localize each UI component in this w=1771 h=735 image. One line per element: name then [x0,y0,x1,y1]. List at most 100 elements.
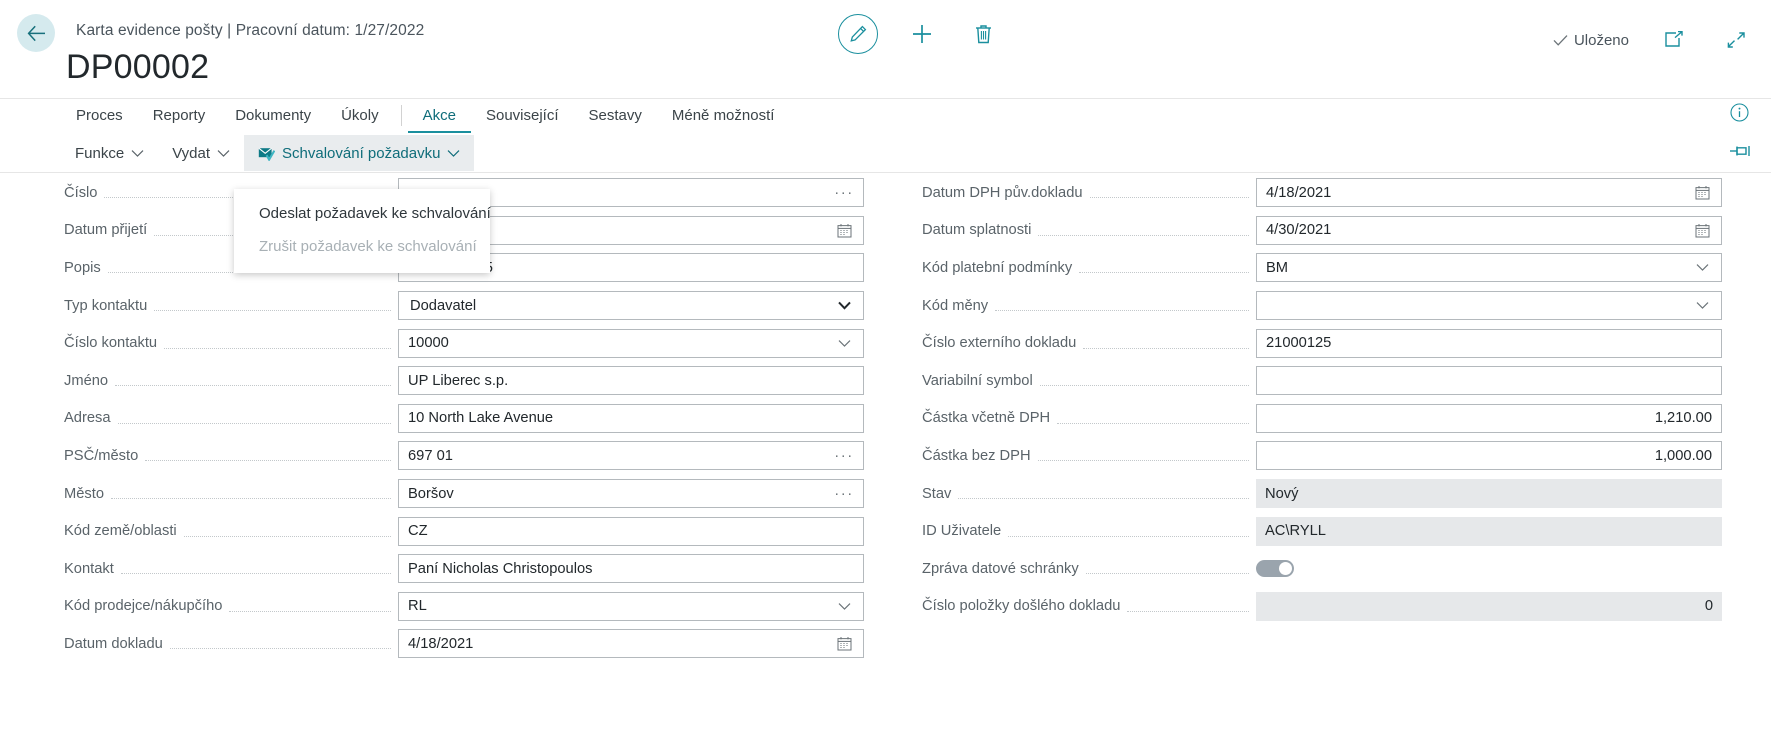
lookup-button[interactable]: ··· [834,442,854,469]
tab-sestavy[interactable]: Sestavy [574,99,657,133]
tab-akce[interactable]: Akce [408,99,471,133]
ribbon-vydat-label: Vydat [172,145,210,162]
menu-item-odeslat-pozadavek[interactable]: Odeslat požadavek ke schvalování [234,197,490,230]
form-column-right: Datum DPH pův.dokladu4/18/2021Datum spla… [922,174,1722,625]
new-button[interactable] [905,16,939,52]
dropdown-button[interactable] [834,330,854,357]
label-leader-dots [1086,573,1249,574]
collapse-fullscreen-button[interactable] [1719,22,1753,58]
field-input-kod-prodejce-nakupciho[interactable]: RL [398,592,864,621]
field-input-datum-splatnosti[interactable]: 4/30/2021 [1256,216,1722,245]
chevron-down-icon [838,602,851,611]
toggle-knob [1279,562,1292,575]
field-value-cislo-externiho-dokladu: 21000125 [1266,335,1712,351]
field-input-kod-meny[interactable] [1256,291,1722,320]
calendar-icon [837,223,852,238]
tab-souvisejici[interactable]: Související [471,99,574,133]
tab-mene-moznosti[interactable]: Méně možností [657,99,790,133]
lookup-ellipsis-icon[interactable]: ··· [834,489,854,499]
pin-ribbon-button[interactable] [1729,141,1751,166]
open-in-new-window-button[interactable] [1657,22,1691,58]
label-leader-dots [115,385,391,386]
form-row-psc-mesto: PSČ/město 697 01··· [64,437,864,475]
back-button[interactable] [17,14,55,52]
delete-button[interactable] [966,16,1000,52]
ribbon-schvalovani-label: Schvalování požadavku [282,145,440,162]
tab-list: Proces Reporty Dokumenty Úkoly Akce Souv… [0,99,1771,133]
chevron-down-icon [1696,301,1709,310]
toggle-zprava-datove-schranky[interactable] [1256,560,1294,577]
label-leader-dots [170,648,391,649]
date-picker-button[interactable] [834,630,854,657]
form-row-castka-bez-dph: Částka bez DPH1,000.00 [922,437,1722,475]
dropdown-button[interactable] [1692,254,1712,281]
field-input-psc-mesto[interactable]: 697 01··· [398,441,864,470]
chevron-down-icon [1696,263,1709,272]
form-row-kod-platebni-podminky: Kód platební podmínkyBM [922,249,1722,287]
field-input-stav: Nový [1256,479,1722,508]
label-leader-dots [1090,197,1249,198]
field-input-castka-bez-dph[interactable]: 1,000.00 [1256,441,1722,470]
breadcrumb[interactable]: Karta evidence pošty | Pracovní datum: 1… [76,22,424,40]
header-right-group: Uloženo [1553,22,1753,58]
field-value-stav: Nový [1265,486,1713,502]
field-input-cislo-externiho-dokladu[interactable]: 21000125 [1256,329,1722,358]
tab-dokumenty[interactable]: Dokumenty [220,99,326,133]
field-label-psc-mesto: PSČ/město [64,448,138,464]
field-input-datum-dokladu[interactable]: 4/18/2021 [398,629,864,658]
select-chevron-down-icon [838,301,851,310]
field-value-psc-mesto: 697 01 [408,448,834,464]
ribbon-funkce[interactable]: Funkce [61,136,158,170]
lookup-button[interactable]: ··· [834,480,854,507]
field-value-mesto: Boršov [408,486,834,502]
tab-proces[interactable]: Proces [61,99,138,133]
field-label-typ-kontaktu: Typ kontaktu [64,298,147,314]
field-value-typ-kontaktu: Dodavatel [408,298,834,314]
info-circle-icon [1730,103,1749,122]
ribbon-vydat[interactable]: Vydat [158,136,244,170]
date-picker-button[interactable] [1692,217,1712,244]
trash-icon [973,23,994,45]
field-input-kod-platebni-podminky[interactable]: BM [1256,253,1722,282]
field-label-mesto: Město [64,486,104,502]
field-input-kontakt[interactable]: Paní Nicholas Christopoulos [398,554,864,583]
field-label-kod-prodejce-nakupciho: Kód prodejce/nákupčího [64,598,222,614]
label-leader-dots [1079,272,1249,273]
field-label-adresa: Adresa [64,410,111,426]
calendar-icon [837,636,852,651]
date-picker-button[interactable] [834,217,854,244]
field-input-cislo-kontaktu[interactable]: 10000 [398,329,864,358]
edit-button[interactable] [838,14,878,54]
form-row-kontakt: Kontakt Paní Nicholas Christopoulos [64,550,864,588]
field-label-kontakt: Kontakt [64,561,114,577]
field-input-typ-kontaktu[interactable]: Dodavatel [398,291,864,320]
field-input-castka-vcetne-dph[interactable]: 1,210.00 [1256,404,1722,433]
plus-icon [910,22,934,46]
label-leader-dots [145,460,391,461]
field-input-datum-dph-puv-dokladu[interactable]: 4/18/2021 [1256,178,1722,207]
tab-reporty[interactable]: Reporty [138,99,221,133]
field-input-kod-zeme-oblasti[interactable]: CZ [398,517,864,546]
dropdown-button[interactable] [834,292,854,319]
field-input-adresa[interactable]: 10 North Lake Avenue [398,404,864,433]
date-picker-button[interactable] [1692,179,1712,206]
ribbon-schvalovani-pozadavku[interactable]: Schvalování požadavku [244,135,474,171]
action-ribbon: Funkce Vydat Schvalování požadavku [0,133,1771,173]
label-leader-dots [1038,235,1249,236]
dropdown-button[interactable] [834,593,854,620]
dropdown-button[interactable] [1692,292,1712,319]
info-button[interactable] [1730,103,1749,127]
label-leader-dots [229,611,391,612]
lookup-ellipsis-icon[interactable]: ··· [834,188,854,198]
back-arrow-icon [27,25,46,42]
tab-ukoly[interactable]: Úkoly [326,99,394,133]
lookup-button[interactable]: ··· [834,179,854,206]
field-input-variabilni-symbol[interactable] [1256,366,1722,395]
field-input-jmeno[interactable]: UP Liberec s.p. [398,366,864,395]
form-row-zprava-datove-schranky: Zpráva datové schránky [922,550,1722,588]
field-input-mesto[interactable]: Boršov··· [398,479,864,508]
open-new-window-icon [1664,31,1684,49]
lookup-ellipsis-icon[interactable]: ··· [834,451,854,461]
form-row-stav: StavNový [922,475,1722,513]
label-leader-dots [1040,385,1249,386]
